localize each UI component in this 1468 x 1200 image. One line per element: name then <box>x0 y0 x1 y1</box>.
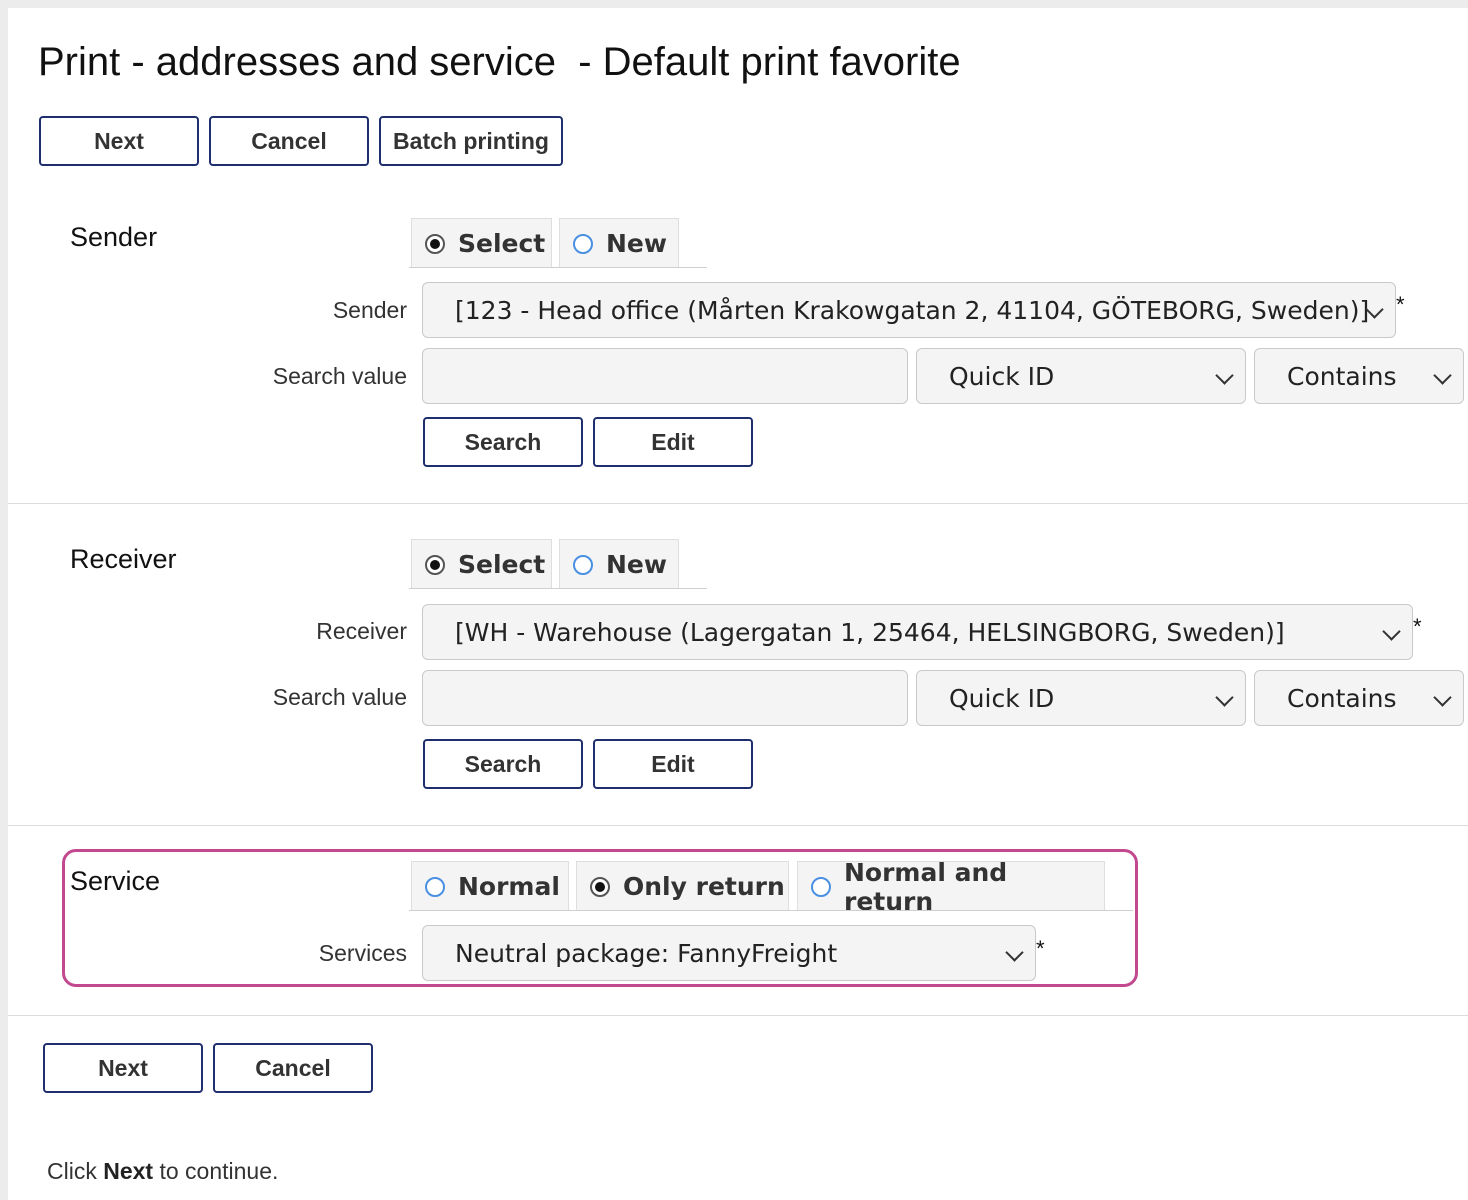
required-asterisk: * <box>1413 614 1422 639</box>
match-value: Contains <box>1287 683 1397 713</box>
sender-search-input[interactable] <box>422 348 908 404</box>
services-select-value: Neutral package: FannyFreight <box>455 938 838 968</box>
tab-label: New <box>606 550 667 579</box>
sender-select-value: [123 - Head office (Mårten Krakowgatan 2… <box>455 295 1370 325</box>
sender-section-label: Sender <box>70 222 158 252</box>
sender-edit-button[interactable]: Edit <box>593 417 753 467</box>
footer-prefix: Click <box>47 1158 104 1184</box>
services-field-label: Services <box>318 940 407 966</box>
sender-tab-new[interactable]: New <box>559 218 679 268</box>
radio-checked-icon <box>590 876 610 897</box>
receiver-edit-button[interactable]: Edit <box>593 739 753 789</box>
sender-field-label: Sender <box>332 297 407 323</box>
chevron-down-icon <box>1215 688 1234 707</box>
radio-checked-icon <box>425 554 445 575</box>
search-by-value: Quick ID <box>949 683 1055 713</box>
receiver-search-by-select[interactable]: Quick ID <box>916 670 1246 726</box>
services-select[interactable]: Neutral package: FannyFreight <box>422 925 1036 981</box>
service-tab-normal[interactable]: Normal <box>411 861 569 911</box>
receiver-match-select[interactable]: Contains <box>1254 670 1464 726</box>
tab-label: Select <box>458 550 546 579</box>
tab-label: Normal and return <box>844 857 1008 916</box>
search-by-value: Quick ID <box>949 361 1055 391</box>
tabs-underline <box>409 910 1133 911</box>
sender-search-by-select[interactable]: Quick ID <box>916 348 1246 404</box>
sender-select[interactable]: [123 - Head office (Mårten Krakowgatan 2… <box>422 282 1396 338</box>
section-divider <box>8 825 1468 826</box>
service-tab-normal-and-return[interactable]: Normal and return <box>797 858 1105 916</box>
radio-unchecked-icon <box>811 876 831 897</box>
receiver-search-input[interactable] <box>422 670 908 726</box>
sender-tab-select[interactable]: Select <box>411 218 552 268</box>
receiver-select[interactable]: [WH - Warehouse (Lagergatan 1, 25464, HE… <box>422 604 1413 660</box>
next-button-top[interactable]: Next <box>39 116 199 166</box>
radio-unchecked-icon <box>573 554 593 575</box>
chevron-down-icon <box>1382 622 1401 641</box>
tab-label: New <box>606 229 667 258</box>
service-section-label: Service <box>70 866 161 896</box>
tab-label: Only return <box>623 872 785 901</box>
chevron-down-icon <box>1433 688 1452 707</box>
receiver-select-value: [WH - Warehouse (Lagergatan 1, 25464, HE… <box>455 617 1285 647</box>
tab-label: Select <box>458 229 546 258</box>
footer-bold: Next <box>103 1158 154 1184</box>
receiver-search-label: Search value <box>272 684 407 710</box>
cancel-button-top[interactable]: Cancel <box>209 116 369 166</box>
service-tab-only-return[interactable]: Only return <box>576 861 789 911</box>
sender-search-button[interactable]: Search <box>423 417 583 467</box>
tabs-underline <box>409 588 707 589</box>
footer-suffix: to continue. <box>153 1158 279 1184</box>
radio-unchecked-icon <box>573 233 593 254</box>
required-asterisk: * <box>1396 292 1405 317</box>
section-divider <box>8 1015 1468 1016</box>
page-title: Print - addresses and service - Default … <box>38 40 961 84</box>
print-page: Print - addresses and service - Default … <box>8 8 1468 1200</box>
receiver-field-label: Receiver <box>316 618 407 644</box>
match-value: Contains <box>1287 361 1397 391</box>
footer-hint: Click Next to continue. <box>47 1158 278 1185</box>
required-asterisk: * <box>1036 936 1045 961</box>
sender-search-label: Search value <box>272 363 407 389</box>
radio-checked-icon <box>425 233 445 254</box>
chevron-down-icon <box>1433 366 1452 385</box>
tabs-underline <box>409 267 707 268</box>
receiver-tab-select[interactable]: Select <box>411 539 552 589</box>
cancel-button-bottom[interactable]: Cancel <box>213 1043 373 1093</box>
tab-label: Normal <box>458 872 560 901</box>
chevron-down-icon <box>1215 366 1234 385</box>
chevron-down-icon <box>1005 943 1024 962</box>
next-button-bottom[interactable]: Next <box>43 1043 203 1093</box>
batch-printing-button[interactable]: Batch printing <box>379 116 563 166</box>
sender-match-select[interactable]: Contains <box>1254 348 1464 404</box>
receiver-search-button[interactable]: Search <box>423 739 583 789</box>
section-divider <box>8 503 1468 504</box>
receiver-section-label: Receiver <box>70 544 177 574</box>
radio-unchecked-icon <box>425 876 445 897</box>
receiver-tab-new[interactable]: New <box>559 539 679 589</box>
